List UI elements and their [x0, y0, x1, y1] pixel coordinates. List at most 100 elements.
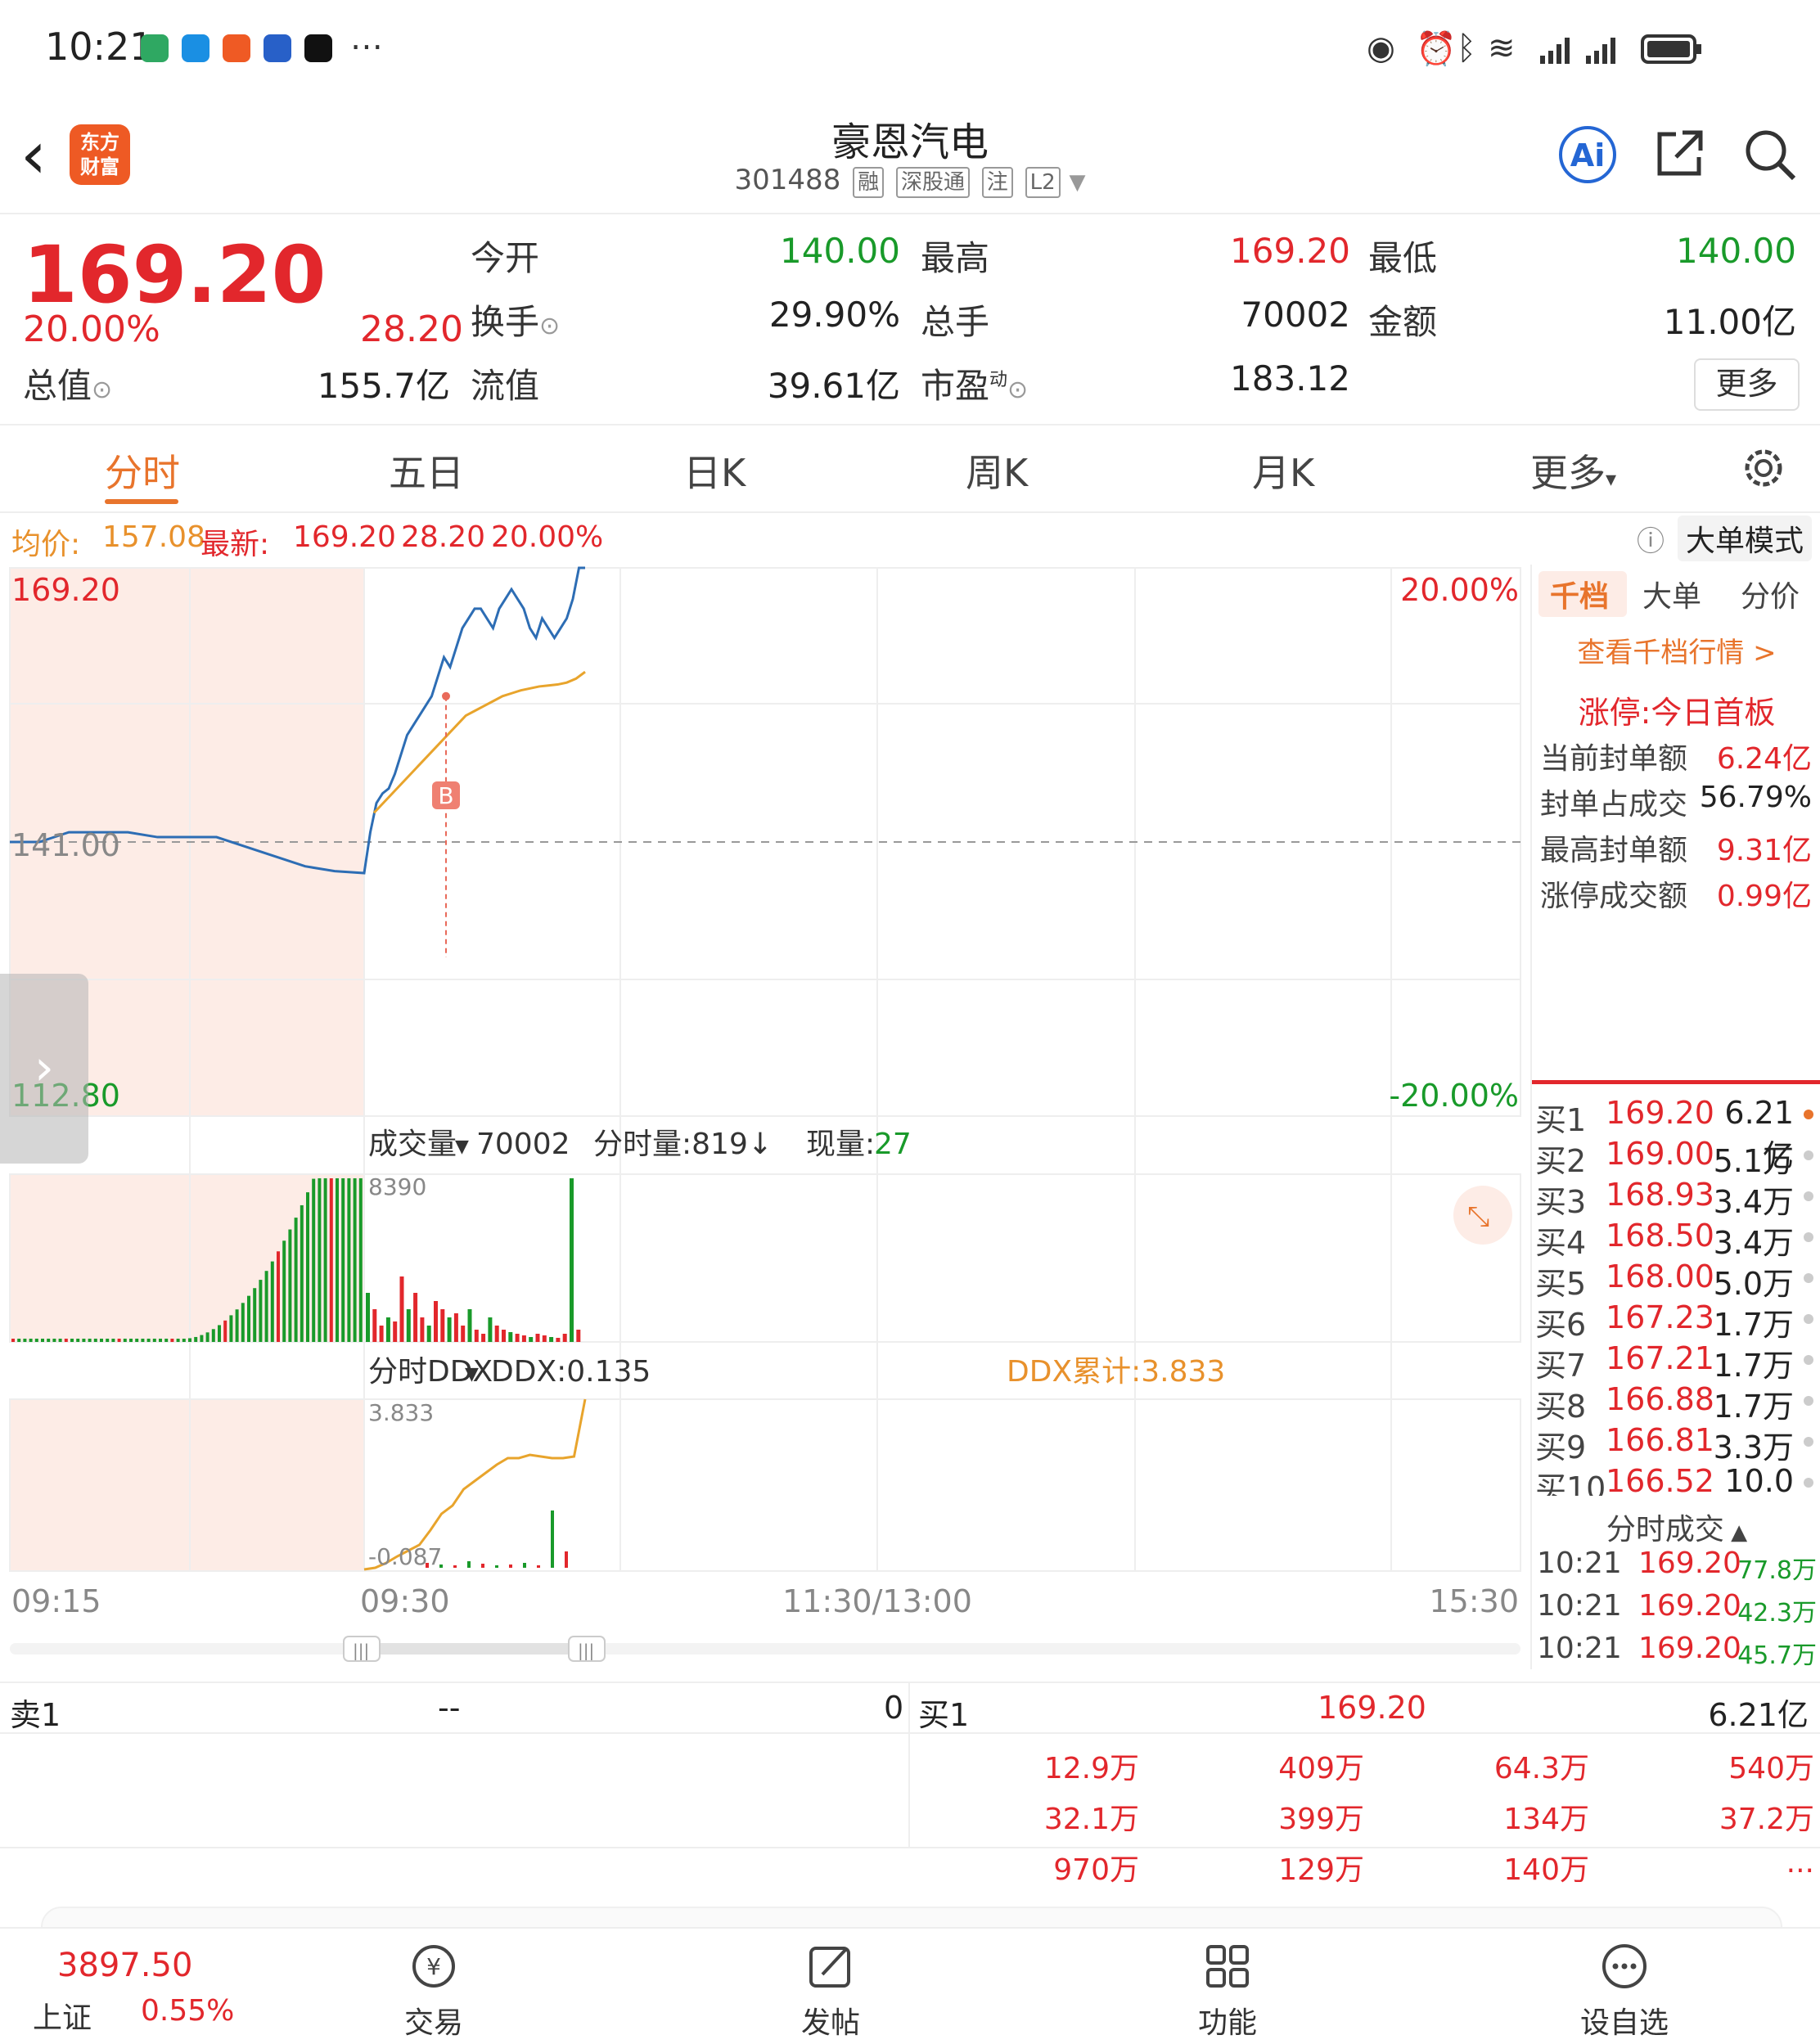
side-tab-price-dist[interactable]: 分价: [1741, 573, 1800, 615]
volume-bar: [247, 1295, 250, 1342]
bid-row[interactable]: 买1 169.20 6.21亿: [1532, 1095, 1820, 1174]
volume-bar: [453, 1313, 458, 1342]
bid-volume: 1.7万: [1713, 1348, 1794, 1384]
bid-row[interactable]: 买6 167.23 1.7万: [1532, 1299, 1820, 1343]
ddx-bar: [523, 1563, 526, 1568]
bid-dot-icon: [1804, 1110, 1813, 1119]
volume-bar: [393, 1321, 398, 1342]
range-slider-selection: [364, 1643, 585, 1655]
more-dots-icon: [1602, 1944, 1647, 1988]
share-icon[interactable]: [1655, 128, 1705, 178]
buy-marker-text: B: [438, 782, 453, 809]
volume-bar: [235, 1309, 239, 1342]
premarket-shade-volume: [10, 1174, 364, 1342]
tab-weekly-k[interactable]: 周K: [966, 443, 1028, 497]
index-value[interactable]: 3897.50: [57, 1947, 192, 1984]
nav-functions[interactable]: 功能: [1162, 1942, 1293, 2042]
volume-bar: [64, 1339, 68, 1342]
order-grid-cell: 970万: [1053, 1853, 1139, 1887]
order-grid-cell: 37.2万: [1719, 1803, 1814, 1836]
svg-text:¥: ¥: [426, 1953, 441, 1980]
turnover-label: 换手⊙: [471, 302, 561, 342]
bid-row[interactable]: 买4 168.50 3.4万: [1532, 1218, 1820, 1261]
bid-row[interactable]: 买2 169.00 5.1万: [1532, 1136, 1820, 1179]
latest-label: 最新:: [200, 528, 270, 561]
volume-bar: [434, 1301, 438, 1342]
big-order-mode-button[interactable]: 大单模式: [1678, 516, 1813, 561]
bid-volume: 10.0万: [1724, 1463, 1794, 1496]
ai-button[interactable]: Ai: [1559, 126, 1616, 183]
volume-bar: [312, 1178, 316, 1342]
view-depth-link[interactable]: 查看千档行情 >: [1532, 630, 1820, 670]
bid-dot-icon: [1804, 1396, 1813, 1406]
volume-bar: [200, 1335, 204, 1342]
float-cap-value: 39.61亿: [767, 366, 900, 406]
bid-row[interactable]: 买3 168.93 3.4万: [1532, 1177, 1820, 1220]
bid-row[interactable]: 买7 167.21 1.7万: [1532, 1340, 1820, 1384]
bid-row[interactable]: 买10166.52 10.0万: [1532, 1463, 1820, 1496]
y-top-label: 169.20: [11, 572, 120, 608]
volume-bar: [129, 1339, 133, 1342]
trades-header[interactable]: 分时成交 ▲: [1532, 1506, 1820, 1548]
tab-five-day[interactable]: 五日: [389, 443, 464, 497]
price-info-bar: 均价: 157.08 最新: 169.20 28.20 20.00% ⓘ 大单模…: [0, 514, 1820, 563]
high-label: 最高: [921, 238, 990, 278]
volume-bar: [488, 1317, 493, 1342]
ddx-bar: [467, 1561, 471, 1568]
bid-level: 买2: [1535, 1143, 1587, 1179]
sell1-label: 卖1: [10, 1697, 61, 1733]
bid-row[interactable]: 买8 166.88 1.7万: [1532, 1381, 1820, 1425]
volume-bar: [570, 1178, 574, 1342]
bluetooth-icon: ᛒ: [1457, 29, 1476, 67]
chevron-right-icon: ›: [34, 1039, 54, 1096]
trade-amount: 42.3万: [1737, 1599, 1817, 1628]
stock-code-line[interactable]: 301488 融 深股通 注 L2 ▼: [0, 164, 1820, 198]
nav-post[interactable]: 发帖: [765, 1942, 896, 2042]
side-tab-big-order[interactable]: 大单: [1642, 573, 1701, 615]
bid-dot-icon: [1804, 1478, 1813, 1488]
battery-icon: [1641, 33, 1703, 69]
settings-gear-icon[interactable]: [1739, 443, 1788, 496]
volume-bar: [529, 1337, 534, 1342]
volume-bar: [556, 1338, 561, 1342]
ddx-cumulative: DDX累计:3.833: [1007, 1355, 1225, 1389]
nav-add-watchlist[interactable]: 设自选: [1559, 1942, 1690, 2042]
tab-monthly-k[interactable]: 月K: [1252, 443, 1314, 497]
y-mid-label: 141.00: [11, 827, 120, 863]
order-grid-cell: ...: [1786, 1846, 1814, 1880]
search-icon[interactable]: [1743, 128, 1797, 182]
volume-label: 总手: [921, 302, 990, 342]
volume-bar: [211, 1329, 215, 1342]
order-summary: 卖1 -- 0 买1 169.20 6.21亿 12.9万 409万 64.3万 54…: [0, 1682, 1820, 1887]
low-label: 最低: [1368, 238, 1438, 278]
bid-row[interactable]: 买9 166.81 3.3万: [1532, 1422, 1820, 1465]
latest-value: 169.20: [293, 520, 396, 554]
tab-intraday[interactable]: 分时: [105, 443, 180, 497]
x-label-noon: 11:30/13:00: [782, 1583, 972, 1619]
trade-time: 10:21: [1537, 1632, 1622, 1665]
bid-level: 买9: [1535, 1429, 1587, 1465]
range-handle-right-grip: |||: [578, 1641, 594, 1660]
intraday-chart[interactable]: B 169.20 141.00 112.80 20.00% -20.00% 成交…: [0, 565, 1530, 1669]
bid-dot-icon: [1804, 1273, 1813, 1283]
side-tab-level1000[interactable]: 千档: [1550, 573, 1609, 615]
more-fields-button[interactable]: 更多: [1694, 358, 1800, 411]
amount-label: 金额: [1368, 302, 1438, 342]
help-icon[interactable]: ⓘ: [1637, 519, 1665, 559]
bid-dot-icon: [1804, 1191, 1813, 1201]
tab-more[interactable]: 更多▾: [1530, 443, 1616, 497]
volume-bar: [11, 1339, 15, 1342]
volume-bar: [205, 1332, 209, 1342]
chart-canvas[interactable]: B 169.20 141.00 112.80 20.00% -20.00% 成交…: [0, 565, 1530, 1669]
side-drawer-handle[interactable]: ›: [0, 974, 88, 1164]
buy1-price: 169.20: [1318, 1690, 1426, 1726]
bid-row[interactable]: 买5 168.00 5.0万: [1532, 1258, 1820, 1302]
volume-bar: [241, 1303, 245, 1342]
bid-level: 买1: [1535, 1102, 1587, 1138]
eye-icon: ◉: [1367, 29, 1395, 67]
ddx-min-label: -0.087: [368, 1543, 442, 1570]
nav-trade[interactable]: ¥ 交易: [368, 1942, 499, 2042]
pe-value: 183.12: [1230, 358, 1350, 398]
tab-daily-k[interactable]: 日K: [683, 443, 746, 497]
stock-header: ‹ 东方 财富 豪恩汽电 301488 融 深股通 注 L2 ▼ Ai: [0, 98, 1820, 214]
